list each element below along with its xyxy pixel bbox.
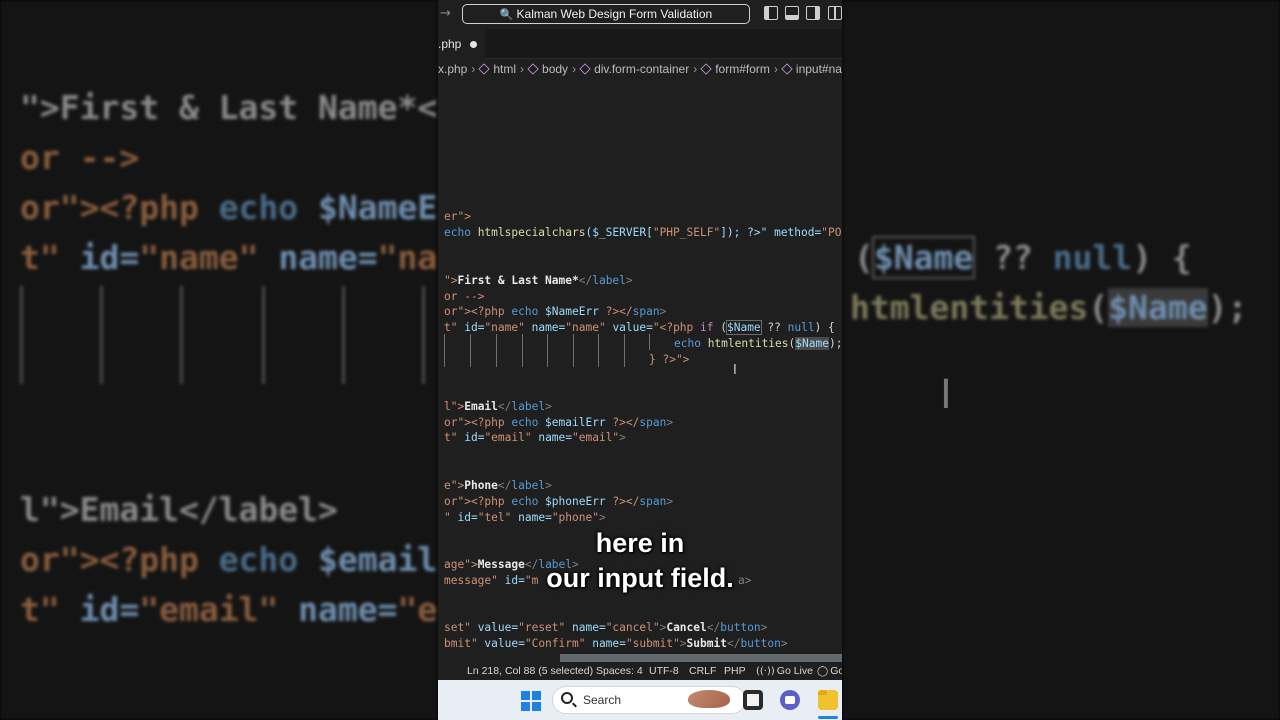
code-line: er">: [444, 210, 471, 223]
code-line: or"><?php echo $emailErr ?></span>: [444, 416, 674, 429]
breadcrumb-item[interactable]: form#form: [715, 59, 770, 79]
backdrop-line: l">Email</label>: [20, 490, 338, 529]
editor-tab-bar: .php: [438, 29, 842, 59]
forward-arrow-icon[interactable]: →: [440, 6, 451, 21]
indent-guide: [547, 334, 548, 367]
vscode-window: → 🔍 Kalman Web Design Form Validation .ph…: [438, 0, 842, 720]
backdrop-line: or -->: [20, 138, 140, 177]
indentation-setting[interactable]: Spaces: 4: [596, 662, 643, 680]
toggle-secondary-sidebar-icon[interactable]: [806, 6, 820, 20]
tab-filename: .php: [438, 37, 462, 51]
customize-layout-icon[interactable]: [828, 6, 842, 20]
breadcrumb-item[interactable]: x.php: [438, 59, 467, 79]
windows-start-icon[interactable]: [521, 691, 541, 711]
breadcrumb-item[interactable]: html: [493, 59, 516, 79]
title-bar: → 🔍 Kalman Web Design Form Validation: [438, 0, 842, 29]
horizontal-scrollbar[interactable]: [560, 654, 842, 662]
breadcrumb-separator-icon: ›: [693, 62, 698, 76]
cursor-position[interactable]: Ln 218, Col 88 (5 selected): [467, 662, 593, 680]
status-bar: Ln 218, Col 88 (5 selected) Spaces: 4 UT…: [438, 662, 842, 680]
indent-guide: [522, 334, 523, 367]
broadcast-icon: ((·)): [756, 666, 775, 677]
backdrop-line: ($Name ?? null) {: [854, 236, 1192, 279]
code-line: echo htmlentities($Name);: [674, 337, 842, 350]
chat-app-icon[interactable]: [780, 690, 800, 710]
taskbar-search-label: Search: [583, 693, 622, 707]
search-icon: 🔍: [499, 8, 514, 21]
video-caption-line-2: our input field.: [546, 563, 734, 593]
indent-guide: [624, 334, 625, 367]
backdrop-line: t" id="email" name="e: [20, 590, 438, 629]
symbol-element-icon: [700, 63, 712, 75]
text-cursor-icon: I: [733, 363, 737, 378]
code-line: or"><?php echo $phoneErr ?></span>: [444, 495, 674, 508]
backdrop-zoom-right: ($Name ?? null) { htmlentities($Name);: [842, 0, 1280, 720]
code-line: " id="tel" name="phone">: [444, 511, 606, 524]
toggle-panel-icon[interactable]: [785, 6, 799, 20]
search-icon: [561, 692, 573, 704]
status-extension-label: Go: [830, 665, 842, 677]
code-line: e">Phone</label>: [444, 479, 552, 492]
status-extension-item[interactable]: ◯ Go: [817, 662, 842, 680]
symbol-element-icon: [579, 63, 591, 75]
code-line: ">First & Last Name*</label>: [444, 274, 633, 287]
go-live-button[interactable]: ((·)) Go Live: [756, 662, 813, 680]
line-ending-setting[interactable]: CRLF: [689, 662, 716, 680]
indent-guide: [649, 334, 650, 350]
circle-icon: ◯: [817, 666, 829, 677]
breadcrumb-separator-icon: ›: [520, 62, 525, 76]
backdrop-line: t" id="name" name="na: [20, 238, 438, 277]
indent-guide: [598, 334, 599, 367]
code-line: t" id="email" name="email">: [444, 431, 626, 444]
breadcrumb-item[interactable]: input#nar: [796, 59, 842, 79]
video-caption-line-1: here in: [595, 528, 685, 558]
code-line: } ?>">: [649, 353, 690, 366]
indent-guide: [262, 286, 265, 384]
code-line: bmit" value="Confirm" name="submit">Subm…: [444, 637, 788, 650]
backdrop-line: or"><?php echo $NameE: [20, 188, 438, 227]
symbol-element-icon: [478, 63, 491, 75]
backdrop-line: ">First & Last Name*<: [20, 88, 438, 127]
symbol-element-icon: [781, 63, 793, 75]
indent-guide: [342, 286, 345, 384]
indent-guide: [444, 334, 445, 367]
breadcrumb-separator-icon: ›: [572, 62, 577, 76]
search-highlight-image[interactable]: [688, 690, 730, 708]
indent-guide: [422, 286, 425, 384]
window-title: Kalman Web Design Form Validation: [516, 7, 713, 21]
editor-tab-php[interactable]: .php: [438, 29, 485, 59]
indent-guide: [573, 334, 574, 367]
code-line: t" id="name" name="name" value="<?php if…: [444, 320, 835, 335]
breadcrumb: x.php › html › body › div.form-container › form#…: [438, 59, 842, 79]
breadcrumb-item[interactable]: div.form-container: [594, 59, 689, 79]
unsaved-dot-icon[interactable]: [470, 41, 477, 48]
language-mode[interactable]: PHP: [724, 662, 746, 680]
indent-guide: [470, 334, 471, 367]
command-center-search[interactable]: 🔍 Kalman Web Design Form Validation: [462, 4, 750, 24]
code-line: l">Email</label>: [444, 400, 552, 413]
file-explorer-icon[interactable]: [818, 690, 838, 710]
task-view-icon[interactable]: [743, 690, 763, 710]
indent-guide: [180, 286, 183, 384]
symbol-element-icon: [527, 63, 539, 75]
text-cursor-icon: I: [940, 372, 952, 418]
indent-guide: [496, 334, 497, 367]
code-line: or"><?php echo $NameErr ?></span>: [444, 305, 667, 318]
encoding-setting[interactable]: UTF-8: [649, 662, 679, 680]
breadcrumb-item[interactable]: body: [542, 59, 568, 79]
indent-guide: [100, 286, 103, 384]
code-line: echo htmlspecialchars($_SERVER["PHP_SELF…: [444, 226, 842, 239]
backdrop-line: or"><?php echo $email: [20, 540, 438, 579]
breadcrumb-separator-icon: ›: [773, 62, 778, 76]
breadcrumb-separator-icon: ›: [471, 62, 476, 76]
toggle-primary-sidebar-icon[interactable]: [764, 6, 778, 20]
windows-taskbar: Search: [438, 680, 842, 720]
go-live-label: Go Live: [776, 665, 813, 677]
active-app-indicator: [818, 716, 838, 719]
backdrop-zoom-left: ">First & Last Name*< or --> or"><?php e…: [0, 0, 438, 720]
code-line: set" value="reset" name="cancel">Cancel<…: [444, 621, 768, 634]
indent-guide: [20, 286, 23, 384]
backdrop-line: htmlentities($Name);: [850, 288, 1248, 327]
code-line: or -->: [444, 290, 485, 303]
